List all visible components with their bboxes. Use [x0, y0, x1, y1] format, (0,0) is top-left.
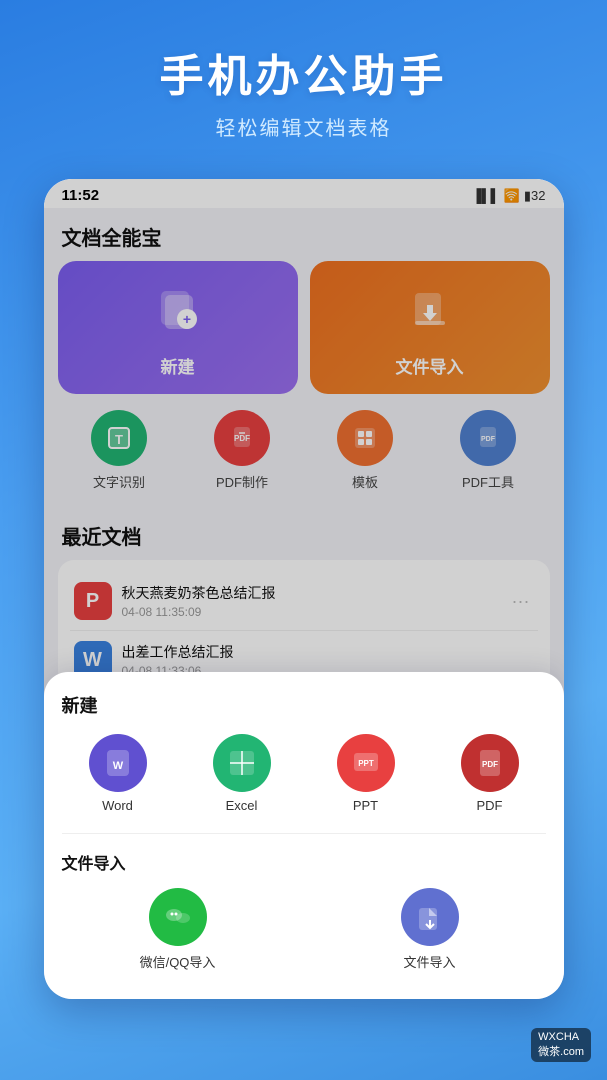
svg-text:PPT: PPT	[358, 759, 374, 768]
main-title: 手机办公助手	[20, 40, 587, 104]
popup-word[interactable]: W Word	[62, 734, 174, 813]
watermark-sub: WXCHA	[538, 1031, 579, 1043]
popup-new-row: W Word Excel	[62, 734, 546, 813]
ppt-label: PPT	[353, 798, 378, 813]
wechat-import-label: 微信/QQ导入	[140, 952, 216, 971]
word-label: Word	[102, 798, 133, 813]
popup-new-title: 新建	[62, 692, 546, 718]
watermark-text: 微茶.com	[538, 1046, 584, 1058]
popup-card: 新建 W Word Exce	[44, 672, 564, 999]
pdf-label: PDF	[477, 798, 503, 813]
file-import-icon	[401, 888, 459, 946]
hero-section: 手机办公助手 轻松编辑文档表格	[0, 0, 607, 161]
popup-ppt[interactable]: PPT PPT	[310, 734, 422, 813]
file-import-label: 文件导入	[403, 952, 455, 971]
svg-text:PDF: PDF	[482, 760, 498, 769]
popup-file-import[interactable]: 文件导入	[314, 888, 546, 971]
popup-wechat-import[interactable]: 微信/QQ导入	[62, 888, 294, 971]
excel-label: Excel	[226, 798, 258, 813]
phone-frame: 11:52 ▐▌▌ 🛜 ▮32 文档全能宝 + 新建	[44, 179, 564, 999]
popup-import-row: 微信/QQ导入 文件导入	[62, 888, 546, 971]
sub-title: 轻松编辑文档表格	[20, 112, 587, 141]
excel-icon	[213, 734, 271, 792]
popup-import-title: 文件导入	[62, 850, 546, 874]
pdf-icon: PDF	[461, 734, 519, 792]
wechat-icon	[149, 888, 207, 946]
popup-excel[interactable]: Excel	[186, 734, 298, 813]
watermark: WXCHA 微茶.com	[531, 1028, 591, 1062]
popup-pdf[interactable]: PDF PDF	[434, 734, 546, 813]
popup-divider	[62, 833, 546, 834]
svg-text:W: W	[112, 760, 123, 772]
word-icon: W	[89, 734, 147, 792]
ppt-icon: PPT	[337, 734, 395, 792]
